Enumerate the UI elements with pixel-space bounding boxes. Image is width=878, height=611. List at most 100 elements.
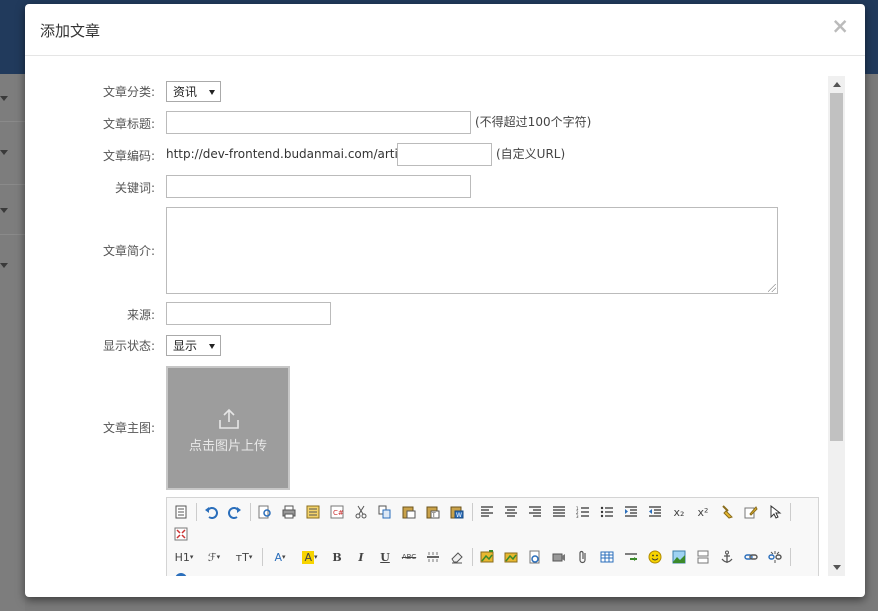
background-color-label: A bbox=[302, 550, 314, 564]
anchor-icon[interactable] bbox=[717, 547, 737, 567]
code-url-prefix: http://dev-frontend.budanmai.com/article… bbox=[166, 147, 420, 161]
horizontal-rule-icon[interactable] bbox=[423, 547, 443, 567]
paste-icon[interactable] bbox=[399, 502, 419, 522]
heading-dropdown[interactable]: H1 ▾ bbox=[171, 547, 197, 567]
outdent-icon[interactable] bbox=[645, 502, 665, 522]
heading-label: H1 bbox=[174, 550, 190, 564]
multi-image-icon[interactable] bbox=[501, 547, 521, 567]
background-sidebar bbox=[0, 74, 25, 611]
summary-textarea[interactable] bbox=[166, 207, 778, 294]
fullscreen-icon[interactable] bbox=[171, 524, 191, 544]
scrawl-icon[interactable] bbox=[525, 547, 545, 567]
italic-button[interactable]: I bbox=[351, 547, 371, 567]
indent-icon[interactable] bbox=[621, 502, 641, 522]
modal-body[interactable]: 文章分类: 资讯 文章标题: (不得超过100个字符) 文章编码: http:/… bbox=[25, 76, 827, 576]
upload-icon bbox=[219, 408, 239, 429]
font-family-label: ℱ bbox=[207, 550, 217, 564]
redo-icon[interactable] bbox=[225, 502, 245, 522]
format-brush-icon[interactable] bbox=[717, 502, 737, 522]
chevron-down-icon bbox=[833, 565, 841, 570]
template-icon[interactable] bbox=[303, 502, 323, 522]
source-input[interactable] bbox=[166, 302, 331, 325]
undo-icon[interactable] bbox=[201, 502, 221, 522]
editor-toolbar-row-2: H1 ▾ ℱ ▾ тT ▾ A ▾ A ▾ B I U ABC bbox=[171, 545, 795, 569]
status-select[interactable]: 显示 bbox=[166, 335, 221, 356]
insert-table-icon[interactable] bbox=[597, 547, 617, 567]
font-size-label: тT bbox=[235, 550, 249, 564]
background-color-dropdown[interactable]: A ▾ bbox=[297, 547, 323, 567]
align-center-icon[interactable] bbox=[501, 502, 521, 522]
copy-icon[interactable] bbox=[375, 502, 395, 522]
unlink-icon[interactable] bbox=[765, 547, 785, 567]
select-all-icon[interactable] bbox=[765, 502, 785, 522]
font-family-dropdown[interactable]: ℱ ▾ bbox=[201, 547, 227, 567]
insert-image-icon[interactable] bbox=[477, 547, 497, 567]
eraser-icon[interactable] bbox=[447, 547, 467, 567]
category-selected-value: 资讯 bbox=[173, 85, 198, 99]
image-upload-area[interactable]: 点击图片上传 bbox=[166, 366, 290, 490]
keywords-input[interactable] bbox=[166, 175, 471, 198]
source-label: 来源: bbox=[126, 308, 155, 322]
category-select[interactable]: 资讯 bbox=[166, 81, 221, 102]
toolbar-separator bbox=[472, 503, 473, 521]
status-row: 显示状态: bbox=[25, 333, 155, 359]
add-article-modal: 添加文章 × 文章分类: 资讯 文章标题: (不得超过100个字符) 文章编码:… bbox=[25, 4, 865, 597]
code-snippet-icon[interactable]: C# bbox=[327, 502, 347, 522]
link-icon[interactable] bbox=[741, 547, 761, 567]
title-hint: (不得超过100个字符) bbox=[475, 115, 592, 129]
emoticon-icon[interactable] bbox=[645, 547, 665, 567]
title-label: 文章标题: bbox=[102, 117, 155, 131]
modal-scrollbar[interactable] bbox=[828, 76, 845, 576]
align-justify-icon[interactable] bbox=[549, 502, 569, 522]
upload-text: 点击图片上传 bbox=[188, 439, 267, 454]
clear-format-icon[interactable] bbox=[741, 502, 761, 522]
scroll-down-button[interactable] bbox=[828, 559, 845, 576]
close-button[interactable]: × bbox=[831, 16, 849, 37]
chevron-down-icon bbox=[0, 96, 8, 101]
scroll-up-button[interactable] bbox=[828, 76, 845, 93]
align-left-icon[interactable] bbox=[477, 502, 497, 522]
toolbar-separator bbox=[790, 503, 791, 521]
font-color-label: A bbox=[274, 550, 282, 564]
help-icon[interactable] bbox=[171, 569, 191, 576]
editor-toolbar-row-1b bbox=[171, 522, 195, 546]
cut-icon[interactable] bbox=[351, 502, 371, 522]
underline-button[interactable]: U bbox=[375, 547, 395, 567]
source-code-icon[interactable] bbox=[171, 502, 191, 522]
toolbar-separator bbox=[472, 548, 473, 566]
insert-code-icon[interactable] bbox=[621, 547, 641, 567]
title-input[interactable] bbox=[166, 111, 471, 134]
scrollbar-thumb[interactable] bbox=[830, 93, 843, 441]
divider bbox=[0, 121, 25, 122]
code-input[interactable] bbox=[397, 143, 492, 166]
page-break-icon[interactable] bbox=[693, 547, 713, 567]
superscript-button[interactable]: x² bbox=[693, 502, 713, 522]
image-icon[interactable] bbox=[669, 547, 689, 567]
print-icon[interactable] bbox=[279, 502, 299, 522]
category-row: 文章分类: bbox=[25, 79, 155, 105]
resize-handle-icon[interactable] bbox=[768, 284, 776, 292]
unordered-list-icon[interactable] bbox=[597, 502, 617, 522]
chevron-up-icon bbox=[833, 82, 841, 87]
editor-toolbar-row-2b bbox=[171, 567, 195, 576]
font-size-dropdown[interactable]: тT ▾ bbox=[231, 547, 257, 567]
editor-toolbar-row-1: C# T W 123 x₂ x² bbox=[171, 500, 795, 524]
ordered-list-icon[interactable]: 123 bbox=[573, 502, 593, 522]
font-color-dropdown[interactable]: A ▾ bbox=[267, 547, 293, 567]
status-selected-value: 显示 bbox=[173, 339, 198, 353]
attachment-icon[interactable] bbox=[573, 547, 593, 567]
divider bbox=[0, 234, 25, 235]
strikethrough-button[interactable]: ABC bbox=[399, 547, 419, 567]
paste-word-icon[interactable]: W bbox=[447, 502, 467, 522]
chevron-down-icon bbox=[0, 263, 8, 268]
subscript-button[interactable]: x₂ bbox=[669, 502, 689, 522]
preview-icon[interactable] bbox=[255, 502, 275, 522]
paste-text-icon[interactable]: T bbox=[423, 502, 443, 522]
bold-button[interactable]: B bbox=[327, 547, 347, 567]
insert-video-icon[interactable] bbox=[549, 547, 569, 567]
chevron-down-icon bbox=[0, 208, 8, 213]
chevron-down-icon bbox=[0, 150, 8, 155]
summary-label: 文章简介: bbox=[102, 244, 155, 258]
toolbar-separator bbox=[790, 548, 791, 566]
align-right-icon[interactable] bbox=[525, 502, 545, 522]
